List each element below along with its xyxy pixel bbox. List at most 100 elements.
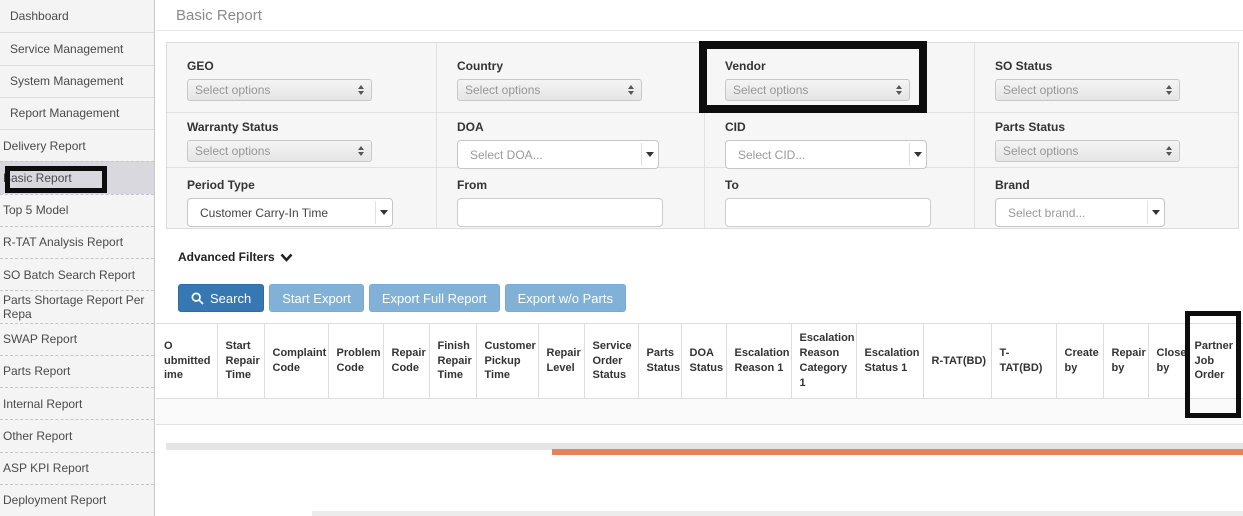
geo-multiselect[interactable]: Select options — [187, 79, 372, 101]
filter-from: From — [437, 168, 705, 228]
column-header-close-by[interactable]: Close by — [1148, 324, 1186, 399]
column-header-finish-repair-time[interactable]: Finish Repair Time — [429, 324, 476, 399]
sidebar-item-internal-report[interactable]: Internal Report — [0, 387, 154, 419]
filter-label: Period Type — [187, 178, 424, 192]
column-header-complaint-code[interactable]: Complaint Code — [264, 324, 328, 399]
page-header: Basic Report — [156, 0, 1243, 31]
filter-label: DOA — [457, 120, 692, 134]
column-header-doa-status[interactable]: DOA Status — [681, 324, 726, 399]
sidebar-item-deployment-report[interactable]: Deployment Report — [0, 484, 154, 516]
to-date-input[interactable] — [725, 198, 931, 227]
export-wo-parts-button[interactable]: Export w/o Parts — [505, 284, 626, 312]
export-full-report-button[interactable]: Export Full Report — [369, 284, 500, 312]
sidebar-item-label: System Management — [10, 74, 123, 88]
column-header-so-submitted-time[interactable]: O ubmitted ime — [156, 324, 217, 399]
warranty-status-multiselect-value: Select options — [195, 144, 358, 158]
column-header-service-order-status[interactable]: Service Order Status — [584, 324, 638, 399]
filter-period-type: Period Type Customer Carry-In Time — [167, 168, 437, 228]
sidebar-item-so-batch-search-report[interactable]: SO Batch Search Report — [0, 258, 154, 290]
sidebar-item-basic-report[interactable]: Basic Report — [0, 161, 154, 193]
filter-cid: CID Select CID... — [705, 113, 975, 168]
horizontal-scrollbar-thumb[interactable] — [552, 449, 1243, 455]
column-header-escalation-status-1[interactable]: Escalation Status 1 — [856, 324, 923, 399]
warranty-status-multiselect[interactable]: Select options — [187, 140, 372, 162]
column-header-parts-status[interactable]: Parts Status — [638, 324, 681, 399]
filter-panel: GEO Select options Country Select option… — [166, 42, 1239, 229]
brand-combobox[interactable]: Select brand... — [995, 198, 1165, 227]
sidebar-item-label: Basic Report — [3, 171, 72, 185]
sidebar-item-report-management[interactable]: Report Management — [0, 97, 154, 129]
sidebar-item-label: Service Management — [10, 42, 123, 56]
vendor-multiselect[interactable]: Select options — [725, 79, 910, 101]
filter-label: CID — [725, 120, 962, 134]
search-button[interactable]: Search — [178, 284, 264, 312]
sidebar-item-label: R-TAT Analysis Report — [3, 235, 123, 249]
footer-strip — [312, 511, 1243, 516]
vendor-multiselect-value: Select options — [733, 83, 896, 97]
sidebar-item-label: SO Batch Search Report — [3, 268, 135, 282]
updown-caret-icon — [628, 85, 634, 95]
geo-multiselect-value: Select options — [195, 83, 358, 97]
column-header-problem-code[interactable]: Problem Code — [328, 324, 383, 399]
sidebar-item-label: Parts Report — [3, 364, 70, 378]
column-header-r-tat-bd[interactable]: R-TAT(BD) — [923, 324, 991, 399]
filter-label: Vendor — [725, 59, 962, 73]
filter-parts-status: Parts Status Select options — [975, 113, 1238, 168]
filter-label: Brand — [995, 178, 1226, 192]
sidebar-item-rtat-analysis-report[interactable]: R-TAT Analysis Report — [0, 226, 154, 258]
start-export-button[interactable]: Start Export — [269, 284, 364, 312]
sidebar-item-label: SWAP Report — [3, 332, 77, 346]
cid-combobox[interactable]: Select CID... — [725, 140, 927, 169]
updown-caret-icon — [358, 146, 364, 156]
filter-so-status: SO Status Select options — [975, 43, 1238, 113]
parts-status-multiselect[interactable]: Select options — [995, 140, 1180, 162]
sidebar: Dashboard Service Management System Mana… — [0, 0, 155, 516]
sidebar-item-dashboard[interactable]: Dashboard — [0, 0, 154, 32]
updown-caret-icon — [896, 85, 902, 95]
sidebar-item-other-report[interactable]: Other Report — [0, 419, 154, 451]
dropdown-caret-icon — [375, 201, 392, 224]
sidebar-item-delivery-report[interactable]: Delivery Report — [0, 129, 154, 161]
table-header-row: O ubmitted ime Start Repair Time Complai… — [156, 324, 1243, 399]
column-header-start-repair-time[interactable]: Start Repair Time — [217, 324, 264, 399]
sidebar-item-label: Report Management — [10, 106, 119, 120]
updown-caret-icon — [358, 85, 364, 95]
filter-label: Warranty Status — [187, 120, 424, 134]
sidebar-item-asp-kpi-report[interactable]: ASP KPI Report — [0, 452, 154, 484]
filter-label: SO Status — [995, 59, 1226, 73]
column-header-partner-job-order[interactable]: Partner Job Order — [1186, 324, 1243, 399]
from-date-input[interactable] — [457, 198, 663, 227]
column-header-repair-code[interactable]: Repair Code — [383, 324, 429, 399]
period-type-combobox[interactable]: Customer Carry-In Time — [187, 198, 393, 227]
column-header-repair-level[interactable]: Repair Level — [538, 324, 584, 399]
country-multiselect[interactable]: Select options — [457, 79, 642, 101]
export-full-report-button-label: Export Full Report — [382, 291, 487, 306]
sidebar-item-service-management[interactable]: Service Management — [0, 32, 154, 64]
filter-label: Parts Status — [995, 120, 1226, 134]
sidebar-item-parts-shortage-report[interactable]: Parts Shortage Report Per Repa — [0, 290, 154, 322]
advanced-filters-toggle[interactable]: Advanced Filters — [178, 250, 293, 264]
sidebar-item-label: Dashboard — [10, 9, 69, 23]
column-header-customer-pickup-time[interactable]: Customer Pickup Time — [476, 324, 538, 399]
column-header-escalation-reason-category-1[interactable]: Escalation Reason Category 1 — [791, 324, 856, 399]
column-header-create-by[interactable]: Create by — [1056, 324, 1103, 399]
sidebar-item-system-management[interactable]: System Management — [0, 65, 154, 97]
filter-to: To — [705, 168, 975, 228]
sidebar-item-parts-report[interactable]: Parts Report — [0, 355, 154, 387]
filter-doa: DOA Select DOA... — [437, 113, 705, 168]
filter-label: Country — [457, 59, 692, 73]
so-status-multiselect[interactable]: Select options — [995, 79, 1180, 101]
sidebar-item-label: Parts Shortage Report Per Repa — [3, 293, 154, 321]
advanced-filters-label: Advanced Filters — [178, 250, 275, 264]
filter-vendor: Vendor Select options — [705, 43, 975, 113]
column-header-t-tat-bd[interactable]: T-TAT(BD) — [991, 324, 1056, 399]
filter-brand: Brand Select brand... — [975, 168, 1238, 228]
brand-combobox-value: Select brand... — [1008, 206, 1085, 220]
doa-combobox[interactable]: Select DOA... — [457, 140, 659, 169]
page-title: Basic Report — [176, 7, 262, 24]
sidebar-item-label: Delivery Report — [3, 139, 86, 153]
sidebar-item-top-5-model[interactable]: Top 5 Model — [0, 194, 154, 226]
sidebar-item-swap-report[interactable]: SWAP Report — [0, 323, 154, 355]
column-header-escalation-reason-1[interactable]: Escalation Reason 1 — [726, 324, 791, 399]
column-header-repair-by[interactable]: Repair by — [1103, 324, 1148, 399]
